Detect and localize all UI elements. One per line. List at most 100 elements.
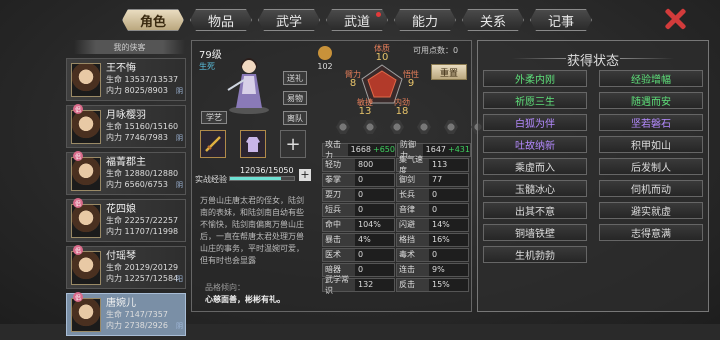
hero-info: 月咏樱羽 生命 15160/15160 内力 7746/7983: [106, 110, 178, 143]
companion-badge: 侣: [73, 198, 83, 208]
hero-card[interactable]: 侣 花四娘 生命 22257/22257 内力 11707/11998: [66, 198, 186, 242]
hero-mp: 内力 2738/2926: [106, 321, 168, 330]
stat-value: 9%: [429, 263, 468, 276]
stat-cell: 耍刀 0: [322, 187, 395, 202]
tab-wudao[interactable]: 武道: [326, 9, 388, 31]
character-bio: 万兽山庄唐太君的侄女，陆剑南的表妹，和陆剑南自幼有些不愉快，陆剑南偏离万兽山庄后…: [200, 196, 304, 265]
hero-name: 王不悔: [106, 63, 136, 74]
hero-name: 月咏樱羽: [106, 110, 146, 121]
avatar: [71, 203, 101, 238]
stat-number: 132: [358, 280, 374, 289]
tab-martial-arts[interactable]: 武学: [258, 9, 320, 31]
states-title: 获得状态: [477, 50, 709, 69]
stat-label: 暴击: [323, 233, 355, 246]
stat-label: 音律: [397, 203, 429, 216]
slot-icon[interactable]: [390, 120, 404, 134]
hero-card-selected[interactable]: 侣 唐婉儿 生命 7147/7357 内力 2738/2926 阴: [66, 292, 186, 336]
stat-number: 0: [358, 205, 364, 214]
stat-cell: 毒术 0: [396, 247, 469, 262]
stat-value: 0: [355, 203, 394, 216]
trait-value: 心慈面善，彬彬有礼。: [205, 295, 285, 304]
state-item[interactable]: 外柔内刚: [483, 70, 587, 87]
slot-icon[interactable]: [363, 120, 377, 134]
stat-bonus: +650: [373, 145, 395, 154]
stat-value: 113: [429, 158, 468, 171]
state-item[interactable]: 积甲如山: [599, 136, 703, 153]
exp-label: 实战经验: [195, 175, 227, 184]
hero-card[interactable]: 侣 付瑶琴 生命 20129/20129 内力 12257/12584 阳: [66, 245, 186, 289]
trade-button[interactable]: 易物: [283, 91, 307, 105]
weapon-slot[interactable]: [200, 130, 226, 158]
stat-cell: 闪避 14%: [396, 217, 469, 232]
state-item[interactable]: 生机勃勃: [483, 246, 587, 263]
tab-relations[interactable]: 关系: [462, 9, 524, 31]
state-item[interactable]: 经验增幅: [599, 70, 703, 87]
state-item[interactable]: 祈愿三生: [483, 92, 587, 109]
stat-cell: 轻功 800: [322, 157, 395, 172]
stat-number: 0: [358, 175, 364, 184]
avatar: [71, 297, 101, 332]
state-item[interactable]: 后发制人: [599, 158, 703, 175]
stat-cell: 御剑 77: [396, 172, 469, 187]
stat-cell: 长兵 0: [396, 187, 469, 202]
attr-constitution: 体质 10: [374, 44, 390, 63]
learn-skill-button[interactable]: 学艺: [201, 111, 227, 124]
stat-number: 9%: [432, 265, 445, 274]
companion-badge: 侣: [73, 292, 83, 302]
stat-label: 命中: [323, 218, 355, 231]
accessory-slot[interactable]: +: [280, 130, 306, 158]
character-portrait: [227, 58, 269, 114]
stat-cell: 命中 104%: [322, 217, 395, 232]
state-item[interactable]: 坚若磐石: [599, 114, 703, 131]
stat-row: 轻功 800 集气速度 113: [322, 155, 470, 175]
stat-row: 耍刀 0 长兵 0: [322, 187, 470, 202]
leave-party-button[interactable]: 离队: [283, 111, 307, 125]
stat-number: 0: [358, 250, 364, 259]
slot-icon[interactable]: [417, 120, 431, 134]
gift-button[interactable]: 送礼: [283, 71, 307, 85]
hero-card[interactable]: 王不悔 生命 13537/13537 内力 8025/8903 阴: [66, 58, 186, 101]
tab-journal[interactable]: 记事: [530, 9, 592, 31]
hero-card[interactable]: 侣 福菁郡主 生命 12880/12880 内力 6560/6753 阴: [66, 151, 186, 195]
avatar: [71, 156, 101, 191]
stats-table: 攻击力 1668 +650 防御力 1647 +431 轻功 800 集气速度 113 拳掌 0 御剑 7…: [322, 140, 471, 295]
tab-character[interactable]: 角色: [122, 9, 184, 31]
tab-ability[interactable]: 能力: [394, 9, 456, 31]
close-icon[interactable]: [662, 6, 688, 32]
state-item[interactable]: 吐故纳新: [483, 136, 587, 153]
stat-number: 14%: [432, 220, 450, 229]
state-item[interactable]: 铜墙铁壁: [483, 224, 587, 241]
robe-icon: [246, 137, 260, 152]
state-item[interactable]: 乘虚而入: [483, 158, 587, 175]
reset-button[interactable]: 重置: [431, 64, 467, 80]
tab-label: 武道: [343, 14, 370, 30]
add-exp-button[interactable]: +: [299, 169, 311, 181]
hero-card[interactable]: 侣 月咏樱羽 生命 15160/15160 内力 7746/7983 阴: [66, 104, 186, 148]
tab-items[interactable]: 物品: [190, 9, 252, 31]
stat-number: 0: [432, 250, 438, 259]
state-item[interactable]: 白狐为伴: [483, 114, 587, 131]
stat-cell: 暴击 4%: [322, 232, 395, 247]
avatar: [71, 109, 101, 144]
stat-number: 77: [432, 175, 443, 184]
stat-value: 0: [429, 203, 468, 216]
hero-info: 福菁郡主 生命 12880/12880 内力 6560/6753: [106, 157, 178, 190]
slot-icon[interactable]: [336, 120, 350, 134]
attr-value: 8: [349, 78, 357, 89]
slot-icon[interactable]: [444, 120, 458, 134]
potential-value: 102: [317, 62, 333, 71]
stat-label: 武学常识: [323, 275, 355, 295]
state-item[interactable]: 玉髓冰心: [483, 180, 587, 197]
tab-label: 能力: [411, 14, 438, 30]
armor-slot[interactable]: [240, 130, 266, 158]
states-grid: 外柔内刚 经验增幅 祈愿三生 随遇而安 白狐为伴 坚若磐石 吐故纳新 积甲如山 乘虚而入 后发制人…: [483, 70, 703, 263]
tab-label: 角色: [139, 14, 166, 30]
attr-comprehension: 悟性 9: [403, 70, 419, 89]
yin-yang-tag: 阴: [176, 181, 183, 189]
state-item[interactable]: 随遇而安: [599, 92, 703, 109]
hero-info: 唐婉儿 生命 7147/7357 内力 2738/2926: [106, 298, 168, 331]
state-item[interactable]: 志得意满: [599, 224, 703, 241]
state-item[interactable]: 出其不意: [483, 202, 587, 219]
state-item[interactable]: 伺机而动: [599, 180, 703, 197]
state-item[interactable]: 避实就虚: [599, 202, 703, 219]
